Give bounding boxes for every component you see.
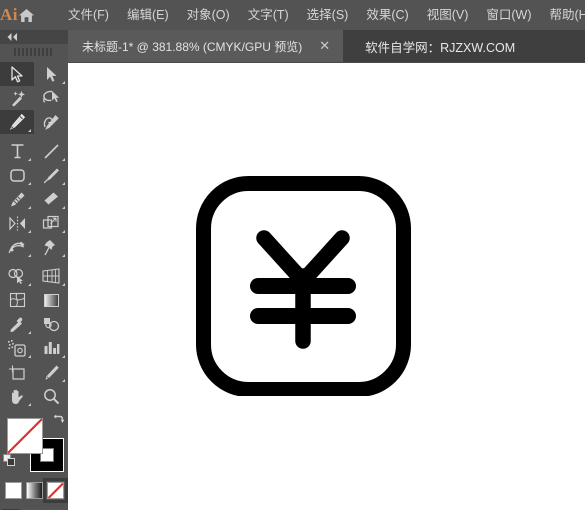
menu-help[interactable]: 帮助(H) (541, 4, 585, 26)
tools-panel (0, 30, 68, 510)
mesh-tool[interactable] (0, 288, 34, 312)
direct-selection-tool[interactable] (34, 62, 68, 86)
tool-flyout-indicator (28, 355, 31, 358)
tool-flyout-indicator (62, 230, 65, 233)
yen-currency-icon-artwork[interactable] (196, 176, 411, 401)
tool-flyout-indicator (28, 129, 31, 132)
symbol-sprayer-tool[interactable] (0, 336, 34, 360)
swap-fill-stroke-icon[interactable] (51, 414, 65, 432)
eraser-tool[interactable] (34, 187, 68, 211)
curvature-tool[interactable] (34, 110, 68, 134)
column-graph-tool[interactable] (34, 336, 68, 360)
document-tab-bar: 未标题-1* @ 381.88% (CMYK/GPU 预览) ✕ 软件自学网：R… (68, 30, 585, 62)
artboard-tool[interactable] (0, 360, 34, 384)
tool-flyout-indicator (62, 81, 65, 84)
tool-flyout-indicator (28, 254, 31, 257)
tool-flyout-indicator (62, 158, 65, 161)
perspective-grid-tool[interactable] (34, 264, 68, 288)
slice-tool[interactable] (34, 360, 68, 384)
menu-window[interactable]: 窗口(W) (477, 4, 540, 26)
menu-effect[interactable]: 效果(C) (357, 4, 417, 26)
tool-flyout-indicator (62, 283, 65, 286)
gradient-mode-button[interactable] (25, 482, 43, 499)
free-transform-tool[interactable] (34, 235, 68, 259)
rotate-reflect-tool[interactable] (0, 211, 34, 235)
color-mode-button[interactable] (4, 482, 22, 499)
eyedropper-tool[interactable] (0, 312, 34, 336)
tool-grid (0, 60, 68, 408)
fill-swatch[interactable] (7, 418, 43, 454)
panel-drag-handle[interactable] (0, 44, 68, 60)
selection-tool[interactable] (0, 62, 34, 86)
menu-edit[interactable]: 编辑(E) (118, 4, 178, 26)
menu-file[interactable]: 文件(F) (59, 4, 118, 26)
collapse-panel-button[interactable] (0, 30, 68, 44)
none-mode-button[interactable] (42, 478, 68, 503)
gradient-tool[interactable] (34, 288, 68, 312)
width-warp-tool[interactable] (0, 235, 34, 259)
tool-flyout-indicator (28, 230, 31, 233)
close-icon[interactable]: ✕ (316, 40, 333, 53)
type-tool[interactable] (0, 139, 34, 163)
hand-tool[interactable] (0, 384, 34, 408)
paint-mode-buttons (0, 478, 68, 503)
illustrator-window: Ai 文件(F) 编辑(E) 对象(O) 文字(T) 选择(S) 效果(C) 视… (0, 0, 585, 510)
pencil-tool[interactable] (0, 187, 34, 211)
app-logo: Ai (0, 5, 18, 24)
tool-flyout-indicator (62, 379, 65, 382)
magic-wand-tool[interactable] (0, 86, 34, 110)
tool-flyout-indicator (28, 403, 31, 406)
blend-tool[interactable] (34, 312, 68, 336)
menu-object[interactable]: 对象(O) (178, 4, 239, 26)
default-fill-stroke-icon[interactable] (3, 454, 16, 472)
document-tab[interactable]: 未标题-1* @ 381.88% (CMYK/GPU 预览) ✕ (68, 30, 344, 62)
tool-flyout-indicator (28, 182, 31, 185)
fill-stroke-controls (0, 414, 68, 476)
tool-flyout-indicator (28, 158, 31, 161)
tool-flyout-indicator (62, 182, 65, 185)
tool-flyout-indicator (28, 283, 31, 286)
menu-select[interactable]: 选择(S) (298, 4, 358, 26)
rectangle-tool[interactable] (0, 163, 34, 187)
pen-tool[interactable] (0, 110, 34, 134)
tool-flyout-indicator (62, 254, 65, 257)
menu-type[interactable]: 文字(T) (239, 4, 298, 26)
paintbrush-tool[interactable] (34, 163, 68, 187)
home-icon[interactable] (18, 0, 35, 30)
canvas-area[interactable] (68, 62, 585, 510)
menu-items: 文件(F) 编辑(E) 对象(O) 文字(T) 选择(S) 效果(C) 视图(V… (59, 4, 585, 26)
lasso-tool[interactable] (34, 86, 68, 110)
tool-flyout-indicator (28, 331, 31, 334)
tool-flyout-indicator (62, 206, 65, 209)
menu-bar: Ai 文件(F) 编辑(E) 对象(O) 文字(T) 选择(S) 效果(C) 视… (0, 0, 585, 30)
menu-view[interactable]: 视图(V) (418, 4, 478, 26)
scale-tool[interactable] (34, 211, 68, 235)
watermark-text: 软件自学网：RJZXW.COM (365, 40, 516, 55)
line-segment-tool[interactable] (34, 139, 68, 163)
tool-flyout-indicator (62, 355, 65, 358)
tool-flyout-indicator (28, 206, 31, 209)
none-slash-icon (7, 418, 43, 454)
zoom-tool[interactable] (34, 384, 68, 408)
shape-builder-tool[interactable] (0, 264, 34, 288)
document-tab-title: 未标题-1* @ 381.88% (CMYK/GPU 预览) (82, 39, 303, 54)
canvas-top-edge (68, 62, 585, 63)
